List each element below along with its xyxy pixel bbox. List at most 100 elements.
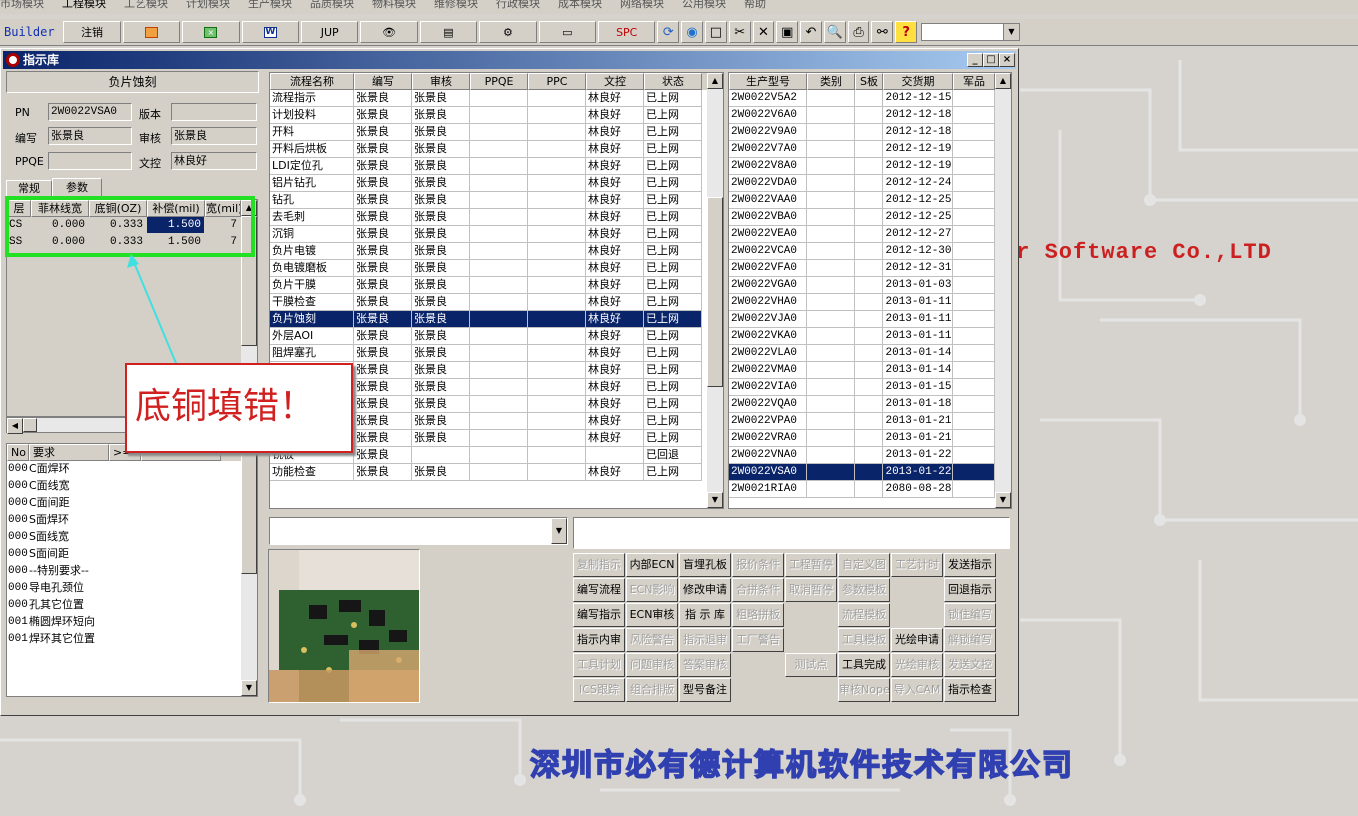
model-header-cell[interactable]: 生产型号 — [729, 73, 807, 90]
editor-field[interactable]: 张景良 — [48, 127, 132, 145]
table-row[interactable]: 2W0022VEA0 2012-12-27 — [729, 226, 1011, 243]
action-button[interactable]: 工具模板 — [838, 628, 890, 652]
cut-button[interactable]: ✂ — [728, 21, 751, 43]
model-scrollbar[interactable]: ▲ ▼ — [995, 73, 1011, 508]
action-button[interactable]: 指示检查 — [944, 678, 996, 702]
list-item[interactable]: 000 S面焊环 — [7, 512, 257, 529]
action-button[interactable]: 光绘申请 — [891, 628, 943, 652]
action-button[interactable]: 回退指示 — [944, 578, 996, 602]
table-row[interactable]: 铝片钻孔 张景良 张景良 林良好 已上网 — [270, 175, 723, 192]
action-button[interactable]: 粗略拼板 — [732, 603, 784, 627]
action-button[interactable]: 风险警告 — [626, 628, 678, 652]
action-button[interactable]: 问题审核 — [626, 653, 678, 677]
process-header-cell[interactable]: 文控 — [586, 73, 644, 90]
save-button[interactable]: ▣ — [776, 21, 799, 43]
action-button[interactable]: ECN审核 — [626, 603, 678, 627]
doc-control-field[interactable]: 林良好 — [171, 152, 257, 170]
requirement-scrollbar[interactable]: ▼ — [241, 444, 257, 696]
table-row[interactable]: 去毛刺 张景良 张景良 林良好 已上网 — [270, 209, 723, 226]
scroll-up-icon[interactable]: ▲ — [707, 73, 723, 89]
table-row[interactable]: 2W0022VDA0 2012-12-24 — [729, 175, 1011, 192]
version-field[interactable] — [171, 103, 257, 121]
tab-parameters[interactable]: 参数 — [52, 178, 102, 198]
action-button[interactable]: 指示内审 — [573, 628, 625, 652]
list-item[interactable]: 000 导电孔颈位 — [7, 580, 257, 597]
new-button[interactable]: □ — [704, 21, 727, 43]
action-button[interactable]: 报价条件 — [732, 553, 784, 577]
network-button[interactable]: ⚙ — [479, 21, 537, 43]
table-row[interactable]: 流程指示 张景良 张景良 林良好 已上网 — [270, 90, 723, 107]
spc-button[interactable]: SPC — [598, 21, 656, 43]
computer-button[interactable]: ▭ — [538, 21, 597, 43]
table-row[interactable]: 阻焊塞孔 张景良 张景良 林良好 已上网 — [270, 345, 723, 362]
scroll-down-icon[interactable]: ▼ — [995, 492, 1011, 508]
logout-button[interactable]: 注销 — [63, 21, 121, 43]
action-button[interactable]: 组合排版 — [626, 678, 678, 702]
maximize-button[interactable]: □ — [983, 53, 999, 67]
print-button[interactable]: ⎙ — [847, 21, 870, 43]
preview-button[interactable]: 🔍 — [823, 21, 846, 43]
table-row[interactable]: 2W0022VHA0 2013-01-11 — [729, 294, 1011, 311]
powerpoint-export-button[interactable] — [122, 21, 181, 43]
action-button[interactable]: 发送指示 — [944, 553, 996, 577]
action-button[interactable]: 盲埋孔板 — [679, 553, 731, 577]
table-row[interactable]: 2W0022VFA0 2012-12-31 — [729, 260, 1011, 277]
action-button[interactable]: 答案审核 — [679, 653, 731, 677]
menu-item[interactable]: 帮助 — [744, 0, 766, 14]
action-button[interactable]: 发送文控 — [944, 653, 996, 677]
action-button[interactable]: 光绘审核 — [891, 653, 943, 677]
process-header-cell[interactable]: PPQE — [470, 73, 528, 90]
process-header-cell[interactable]: 审核 — [412, 73, 470, 90]
action-button[interactable]: 编写流程 — [573, 578, 625, 602]
action-button[interactable]: 工厂警告 — [732, 628, 784, 652]
ppqe-field[interactable] — [48, 152, 132, 170]
table-row[interactable]: LDI定位孔 张景良 张景良 林良好 已上网 — [270, 158, 723, 175]
find-button[interactable]: ⚯ — [871, 21, 894, 43]
action-button[interactable]: 工具完成 — [838, 653, 890, 677]
action-button[interactable]: 测试点 — [785, 653, 837, 677]
table-row[interactable]: 计划投料 张景良 张景良 林良好 已上网 — [270, 107, 723, 124]
table-row[interactable]: 2W0022V6A0 2012-12-18 — [729, 107, 1011, 124]
toolbar-combo[interactable]: ▼ — [921, 23, 1020, 41]
menu-item[interactable]: 行政模块 — [496, 0, 540, 14]
table-row[interactable]: 2W0022V9A0 2012-12-18 — [729, 124, 1011, 141]
model-header-cell[interactable]: 交货期 — [883, 73, 953, 90]
action-button[interactable]: 工具计划 — [573, 653, 625, 677]
model-header-cell[interactable]: S板 — [855, 73, 883, 90]
table-row[interactable]: 2W0022VSA0 2013-01-22 — [729, 464, 1011, 481]
process-header-cell[interactable]: 状态 — [644, 73, 702, 90]
process-header-cell[interactable]: 流程名称 — [270, 73, 354, 90]
table-row[interactable]: 2W0022V8A0 2012-12-19 — [729, 158, 1011, 175]
action-button[interactable]: 指示退审 — [679, 628, 731, 652]
list-item[interactable]: 000 S面间距 — [7, 546, 257, 563]
table-row[interactable]: 开料后烘板 张景良 张景良 林良好 已上网 — [270, 141, 723, 158]
action-button[interactable]: 合拼条件 — [732, 578, 784, 602]
table-row[interactable]: 开料 张景良 张景良 林良好 已上网 — [270, 124, 723, 141]
help-button[interactable]: ? — [895, 21, 918, 43]
close-button[interactable]: × — [999, 53, 1015, 67]
menu-item[interactable]: 成本模块 — [558, 0, 602, 14]
menu-item[interactable]: 公用模块 — [682, 0, 726, 14]
refresh-button[interactable]: ⟳ — [657, 21, 680, 43]
view-button[interactable]: 👁 — [360, 21, 418, 43]
menu-item[interactable]: 生产模块 — [248, 0, 292, 14]
action-button[interactable]: 编写指示 — [573, 603, 625, 627]
table-row[interactable]: 干膜检查 张景良 张景良 林良好 已上网 — [270, 294, 723, 311]
menu-item[interactable]: 工程模块 — [62, 0, 106, 14]
delete-button[interactable]: ✕ — [752, 21, 775, 43]
table-row[interactable]: 2W0022VQA0 2013-01-18 — [729, 396, 1011, 413]
word-export-button[interactable]: W — [241, 21, 299, 43]
action-button[interactable]: 锁住编写 — [944, 603, 996, 627]
scroll-thumb[interactable] — [241, 444, 257, 574]
table-row[interactable]: 2W0022VPA0 2013-01-21 — [729, 413, 1011, 430]
table-row[interactable]: 2W0022VGA0 2013-01-03 — [729, 277, 1011, 294]
table-row[interactable]: 2W0022V7A0 2012-12-19 — [729, 141, 1011, 158]
table-row[interactable]: 2W0022VRA0 2013-01-21 — [729, 430, 1011, 447]
table-row[interactable]: 2W0022VKA0 2013-01-11 — [729, 328, 1011, 345]
model-header-cell[interactable]: 军品 — [953, 73, 995, 90]
action-button[interactable]: 自定义图 — [838, 553, 890, 577]
action-button[interactable]: 复制指示 — [573, 553, 625, 577]
scroll-thumb[interactable] — [707, 197, 723, 387]
list-item[interactable]: 000 --特别要求-- — [7, 563, 257, 580]
scroll-down-icon[interactable]: ▼ — [241, 680, 257, 696]
